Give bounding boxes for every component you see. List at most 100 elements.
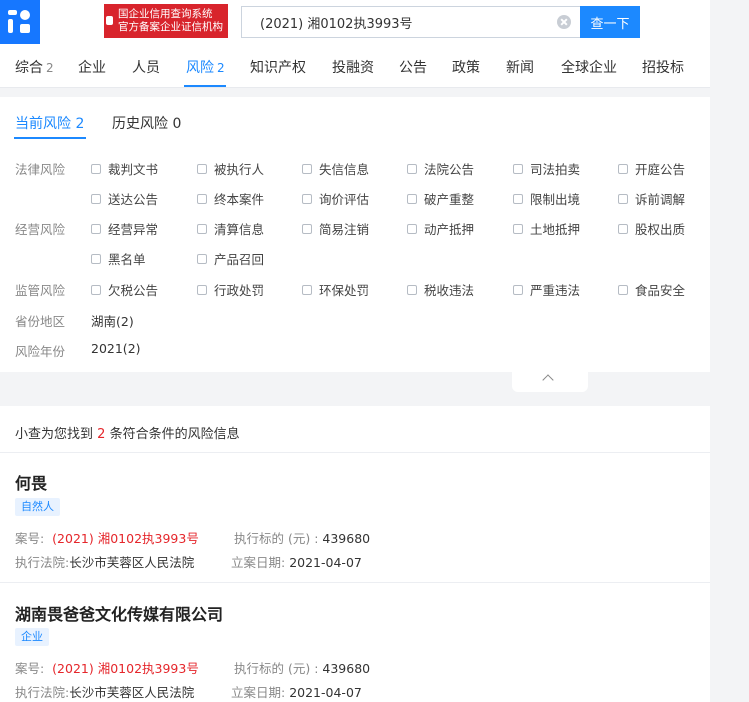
filter-option[interactable]: 黑名单 [91,249,146,268]
supervision-risk-label: 监管风险 [15,283,66,298]
filter-option[interactable]: 行政处罚 [197,280,264,299]
entity-type-badge: 自然人 [15,498,60,516]
filter-option[interactable]: 开庭公告 [618,159,685,178]
search-box [241,6,581,38]
province-option[interactable]: 湖南(2) [91,311,134,330]
filter-option[interactable]: 股权出质 [618,219,685,238]
filter-option[interactable]: 清算信息 [197,219,264,238]
badge-seal-icon [106,16,113,25]
filter-option[interactable]: 经营异常 [91,219,158,238]
category-tabs: 综合 2 企业 人员 风险 2 知识产权 投融资 公告 政策 新闻 全球企业 招投标 [0,44,710,88]
filter-option[interactable]: 终本案件 [197,189,264,208]
filter-option[interactable]: 土地抵押 [513,219,580,238]
divider [0,582,710,583]
chevron-up-icon [542,374,554,386]
filter-option[interactable]: 食品安全 [618,280,685,299]
checkbox-icon[interactable] [302,223,312,234]
tab-policy[interactable]: 政策 [452,57,480,77]
search-input[interactable] [242,7,542,37]
execution-court: 执行法院:长沙市芙蓉区人民法院 [15,555,195,570]
top-header: 国企业信用查询系统 官方备案企业证信机构 查一下 [0,0,710,44]
checkbox-icon[interactable] [618,193,628,204]
filter-option[interactable]: 破产重整 [407,189,474,208]
results-summary: 小查为您找到 2 条符合条件的风险信息 [15,427,240,442]
checkbox-icon[interactable] [302,193,312,204]
active-tab-indicator [184,85,226,87]
filter-option[interactable]: 失信信息 [302,159,369,178]
tab-investment[interactable]: 投融资 [332,57,374,77]
filter-option[interactable]: 税收违法 [407,280,474,299]
checkbox-icon[interactable] [407,284,417,295]
checkbox-icon[interactable] [91,253,101,264]
checkbox-icon[interactable] [618,223,628,234]
tab-company[interactable]: 企业 [78,57,106,77]
checkbox-icon[interactable] [407,223,417,234]
filter-option[interactable]: 产品召回 [197,249,264,268]
checkbox-icon[interactable] [197,284,207,295]
tab-risk[interactable]: 风险 2 [186,57,225,77]
tab-announcement[interactable]: 公告 [399,57,427,77]
checkbox-icon[interactable] [197,253,207,264]
logo-mark-icon [8,10,30,34]
checkbox-icon[interactable] [91,223,101,234]
checkbox-icon[interactable] [197,223,207,234]
checkbox-icon[interactable] [513,223,523,234]
filter-option[interactable]: 被执行人 [197,159,264,178]
clear-icon[interactable] [557,15,571,29]
checkbox-icon[interactable] [197,193,207,204]
tab-news[interactable]: 新闻 [506,57,534,77]
case-number: 案号: (2021) 湘0102执3993号 [15,661,199,676]
year-option[interactable]: 2021(2) [91,341,141,356]
checkbox-icon[interactable] [91,193,101,204]
result-name[interactable]: 湖南畏爸爸文化传媒有限公司 [15,601,223,625]
risk-filter-panel: 当前风险 2 历史风险 0 法律风险 裁判文书 被执行人 失信信息 法院公告 司… [0,97,710,372]
filter-option[interactable]: 欠税公告 [91,280,158,299]
filing-date: 立案日期: 2021-04-07 [231,555,362,570]
tab-overview[interactable]: 综合 2 [15,57,54,77]
filter-option[interactable]: 严重违法 [513,280,580,299]
filter-option[interactable]: 限制出境 [513,189,580,208]
checkbox-icon[interactable] [407,193,417,204]
results-count: 2 [97,427,106,442]
filter-option[interactable]: 环保处罚 [302,280,369,299]
tab-bidding[interactable]: 招投标 [642,57,684,77]
tab-ip[interactable]: 知识产权 [250,57,306,77]
filter-option[interactable]: 司法拍卖 [513,159,580,178]
checkbox-icon[interactable] [91,284,101,295]
checkbox-icon[interactable] [513,284,523,295]
site-logo[interactable] [0,0,40,44]
legal-risk-label: 法律风险 [15,162,66,177]
checkbox-icon[interactable] [302,163,312,174]
subtab-history-risk[interactable]: 历史风险 0 [112,113,181,133]
checkbox-icon[interactable] [91,163,101,174]
tab-people[interactable]: 人员 [132,57,160,77]
checkbox-icon[interactable] [618,163,628,174]
execution-amount: 执行标的 (元) : 439680 [234,661,371,676]
checkbox-icon[interactable] [513,163,523,174]
checkbox-icon[interactable] [197,163,207,174]
checkbox-icon[interactable] [302,284,312,295]
filter-option[interactable]: 裁判文书 [91,159,158,178]
filter-option[interactable]: 法院公告 [407,159,474,178]
checkbox-icon[interactable] [513,193,523,204]
execution-court: 执行法院:长沙市芙蓉区人民法院 [15,685,195,700]
year-label: 风险年份 [15,344,66,359]
filing-date: 立案日期: 2021-04-07 [231,685,362,700]
checkbox-icon[interactable] [618,284,628,295]
badge-line-2: 官方备案企业证信机构 [118,21,223,33]
result-name[interactable]: 何畏 [15,470,47,494]
tab-global[interactable]: 全球企业 [561,57,617,77]
execution-amount: 执行标的 (元) : 439680 [234,531,371,546]
collapse-filter-button[interactable] [512,372,588,392]
filter-option[interactable]: 送达公告 [91,189,158,208]
case-number: 案号: (2021) 湘0102执3993号 [15,531,199,546]
filter-option[interactable]: 询价评估 [302,189,369,208]
search-button[interactable]: 查一下 [580,6,640,38]
filter-option[interactable]: 动产抵押 [407,219,474,238]
operation-risk-label: 经营风险 [15,222,66,237]
filter-option[interactable]: 诉前调解 [618,189,685,208]
results-panel: 小查为您找到 2 条符合条件的风险信息 何畏 自然人 案号: (2021) 湘0… [0,406,710,702]
checkbox-icon[interactable] [407,163,417,174]
subtab-current-risk[interactable]: 当前风险 2 [15,113,84,133]
filter-option[interactable]: 简易注销 [302,219,369,238]
